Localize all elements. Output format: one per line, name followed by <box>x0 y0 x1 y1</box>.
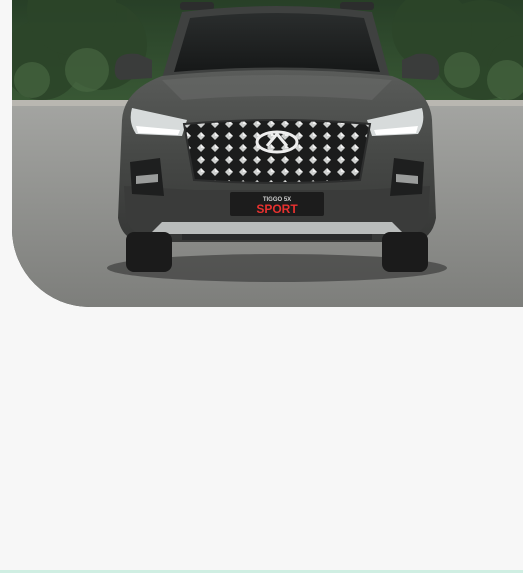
car-photo: TIGGO 5X SPORT <box>12 0 523 307</box>
badge-trim-text: SPORT <box>256 202 298 216</box>
page: TIGGO 5X SPORT <box>0 0 523 573</box>
vehicle-hero-image[interactable]: TIGGO 5X SPORT <box>12 0 523 307</box>
